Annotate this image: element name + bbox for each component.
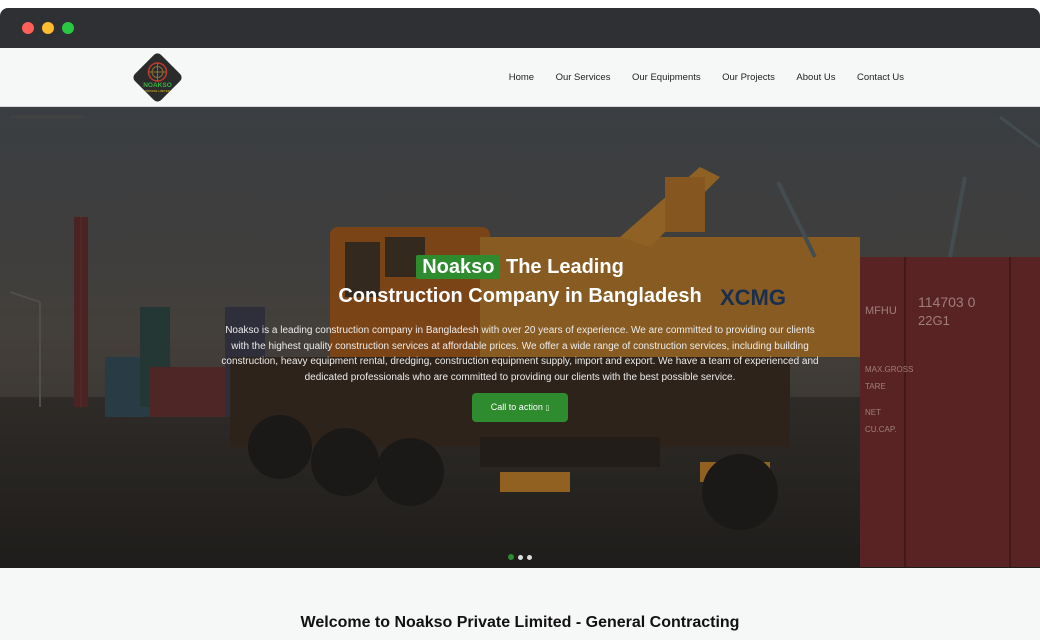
hero-brand-highlight: Noakso xyxy=(416,255,501,279)
nav-menu: Home Our Services Our Equipments Our Pro… xyxy=(487,48,904,106)
nav-our-equipments[interactable]: Our Equipments xyxy=(632,72,701,83)
nav-home[interactable]: Home xyxy=(509,72,534,83)
hero-headline-line2: Construction Company in Bangladesh xyxy=(338,285,702,307)
site-navbar: NOAKSO PRIVATE LIMITED Home Our Services… xyxy=(0,48,1040,107)
hero-description: Noakso is a leading construction company… xyxy=(221,325,819,383)
svg-text:PRIVATE LIMITED: PRIVATE LIMITED xyxy=(145,89,171,93)
carousel-dot-2[interactable] xyxy=(518,554,523,560)
hero-carousel: XCMG 114703 0 22G1 MFHU MAX.GROSS TARE N… xyxy=(0,107,1040,568)
maximize-window-button[interactable] xyxy=(62,22,74,34)
call-to-action-button[interactable]: Call to action ▯ xyxy=(471,393,569,422)
nav-our-services[interactable]: Our Services xyxy=(556,72,611,83)
logo-diamond-icon: NOAKSO PRIVATE LIMITED xyxy=(133,53,182,102)
hero-headline-rest: The Leading xyxy=(506,256,624,278)
hero-headline: Noakso The Leading Construction Company … xyxy=(0,253,1040,311)
nav-about-us[interactable]: About Us xyxy=(796,72,835,83)
svg-text:NOAKSO: NOAKSO xyxy=(143,82,172,89)
welcome-heading: Welcome to Noakso Private Limited - Gene… xyxy=(300,614,740,631)
close-window-button[interactable] xyxy=(22,22,34,34)
arrow-icon: ▯ xyxy=(545,405,550,412)
cta-label: Call to action xyxy=(490,402,546,412)
minimize-window-button[interactable] xyxy=(42,22,54,34)
browser-window: NOAKSO PRIVATE LIMITED Home Our Services… xyxy=(0,8,1040,640)
carousel-dot-1[interactable] xyxy=(508,554,514,560)
carousel-dot-3[interactable] xyxy=(527,554,532,560)
site-logo[interactable]: NOAKSO PRIVATE LIMITED xyxy=(130,50,185,105)
nav-our-projects[interactable]: Our Projects xyxy=(722,72,775,83)
nav-contact-us[interactable]: Contact Us xyxy=(857,72,904,83)
window-titlebar xyxy=(0,8,1040,48)
carousel-indicators xyxy=(508,554,536,560)
hero-content: Noakso The Leading Construction Company … xyxy=(0,253,1040,422)
